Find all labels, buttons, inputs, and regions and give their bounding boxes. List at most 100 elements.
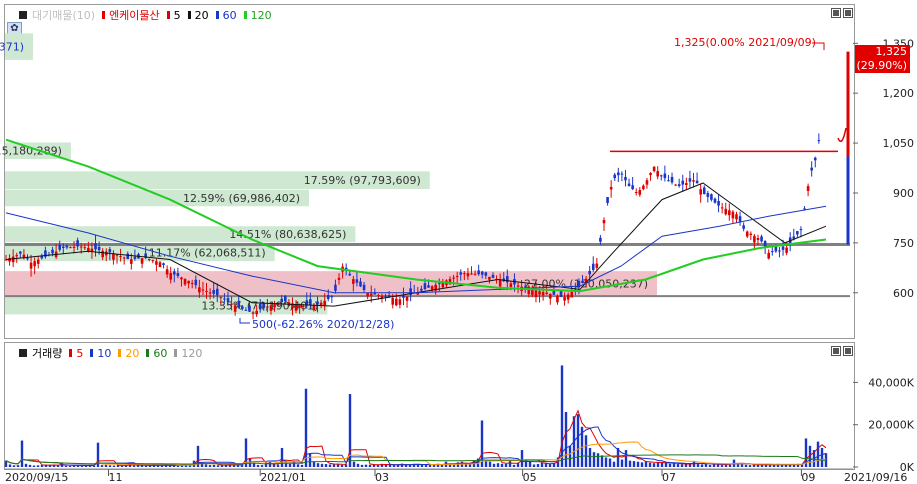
volume-bar [108,465,112,467]
volume-bar [492,463,496,467]
volume-bar [368,464,372,467]
volume-bar [768,465,772,467]
x-axis-label: 2021/01 [260,471,306,484]
candle-body [219,297,223,299]
candle-body [280,298,284,303]
candle-body [323,300,326,306]
candle-body [215,288,219,296]
volume-bar [656,462,660,467]
volume-bar [504,463,508,467]
candle-body [151,260,155,262]
candle-body [706,193,710,197]
volume-bar [496,463,500,467]
candle-body [190,282,194,284]
volume-bar [596,453,600,467]
price-tick-label: 750 [893,237,914,250]
volume-bar [608,458,612,467]
candle-body [316,301,319,305]
candle-body [298,305,301,308]
x-axis-label: 2021/09/16 [844,471,907,484]
volume-bar [352,461,356,467]
candle-body [652,166,656,172]
volume-profile-label: 12.59% (69,986,402) [183,192,300,205]
price-tick-label: 1,200 [883,87,915,100]
volume-bar [404,464,408,467]
low-pointer [239,318,250,324]
x-axis-label: 07 [662,471,676,484]
candle-body [405,296,409,301]
volume-profile-label: 17.59% (97,793,609) [304,174,421,187]
candle-body [785,247,788,253]
candle-body [140,258,144,264]
candle-body [126,253,130,259]
volume-bar [260,465,264,467]
candle-body [753,235,756,243]
candle-body [233,305,237,312]
volume-bar [528,461,532,467]
candle-body [516,285,520,287]
volume-bar [488,461,492,467]
volume-bar [300,464,304,467]
candle-body [423,283,427,290]
candle-body [663,173,667,179]
volume-bar [692,461,696,467]
candle-body [803,208,806,210]
volume-bar [432,465,436,467]
candle-body [119,256,122,258]
price-tick-label: 600 [893,287,914,300]
candle-body [634,192,638,194]
volume-bar [664,462,668,467]
candle-body [355,279,359,283]
candle-body [362,284,366,290]
candle-body [172,271,176,275]
volume-ma-5 [5,409,827,467]
candle-body [437,282,441,284]
candle-body [470,273,473,275]
candle-body [463,273,466,275]
volume-bar [236,465,240,467]
volume-bar [208,465,212,467]
volume-bar [780,465,784,467]
volume-bar [620,459,624,467]
volume-bar [744,464,748,467]
volume-bar [360,464,364,467]
volume-bar [12,465,16,467]
candle-body [348,273,352,276]
candle-body [538,291,541,295]
volume-profile-label: 1.06% (5,897,371) [0,41,24,54]
candle-body [162,263,165,265]
candle-body [165,269,169,275]
candle-body [688,178,692,182]
candle-body [627,183,631,187]
candle-body [58,244,62,250]
volume-bar [624,450,628,467]
candle-body [158,262,162,268]
candle-body [599,237,602,242]
candle-body [645,180,649,185]
candle-body [760,236,763,242]
candle-body [384,295,387,297]
volume-bar [316,463,320,467]
volume-bar [296,464,300,467]
candle-body [241,306,244,309]
candle-body [620,173,624,175]
candle-body [692,180,695,182]
candle-body [745,231,749,237]
candle-body [369,293,373,296]
candle-body [695,180,699,184]
candle-body [366,292,369,297]
candle-body [130,259,133,264]
volume-bar [628,460,632,467]
volume-bar [632,461,636,467]
volume-bar [264,463,268,467]
volume-bar [56,465,60,467]
candle-body [674,184,677,186]
candle-body [659,175,663,177]
candle-body [258,303,262,310]
candle-body [115,254,119,256]
volume-bar [612,461,616,467]
candle-body [255,310,258,315]
volume-bar [68,465,72,467]
chart-canvas[interactable]: 1.06% (5,897,371)2.73% (15,180,289)17.59… [0,0,917,484]
candle-body [183,278,187,285]
